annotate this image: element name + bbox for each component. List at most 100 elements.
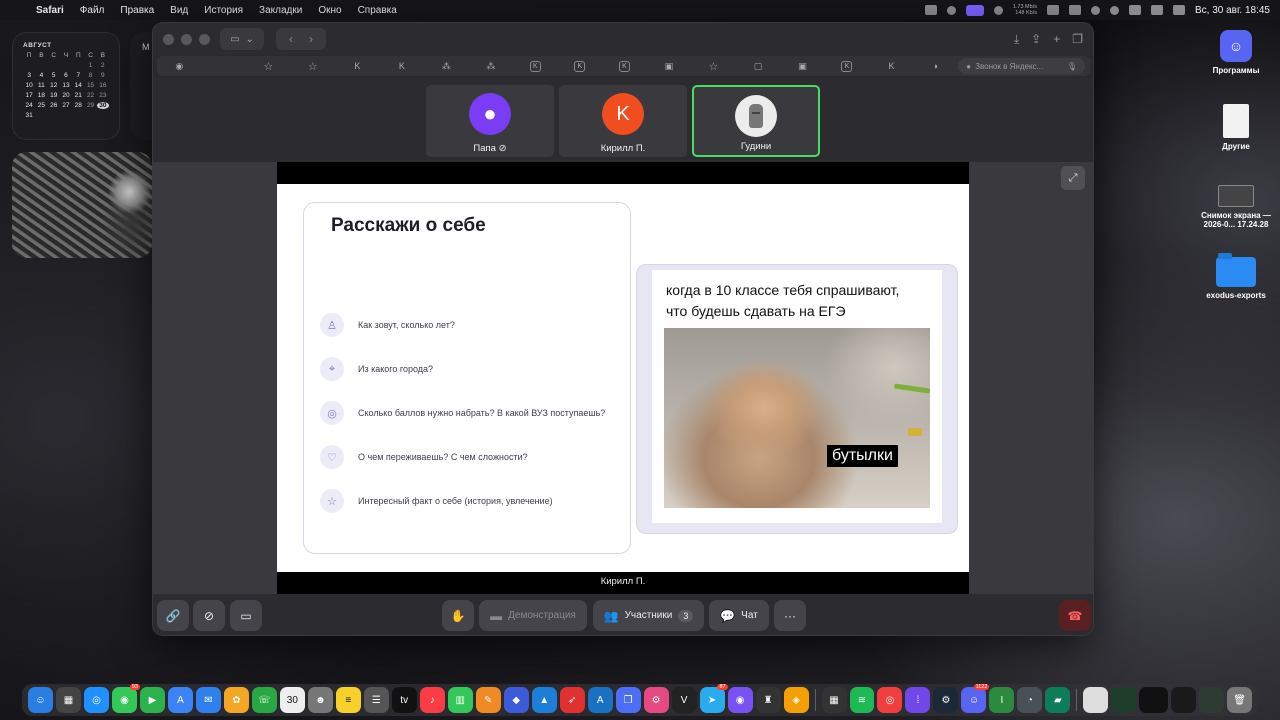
reminders-icon[interactable]: ☰: [363, 687, 389, 713]
minimize-window-button[interactable]: [181, 33, 192, 45]
favorite-k-bookmark[interactable]: K: [380, 61, 425, 71]
second-widget[interactable]: М: [130, 32, 152, 140]
window-thumb-icon[interactable]: [1199, 687, 1225, 713]
menu-window[interactable]: Окно: [310, 5, 349, 16]
more-options-button[interactable]: ···: [774, 600, 806, 631]
status-keyboard-icon[interactable]: [1128, 5, 1141, 15]
messages-icon[interactable]: ◉ 93: [111, 684, 140, 713]
desktop-icon-programs[interactable]: ☺ Программы: [1191, 30, 1280, 75]
participants-button[interactable]: 👥 Участники 3: [593, 600, 704, 631]
status-moon-icon[interactable]: [1109, 5, 1119, 15]
new-tab-icon[interactable]: +: [1053, 32, 1060, 47]
mail-icon[interactable]: ✉: [195, 687, 221, 713]
purple-app-icon[interactable]: ◉: [727, 687, 753, 713]
grid-app-icon[interactable]: ▦: [821, 687, 847, 713]
photo-widget[interactable]: [12, 152, 152, 258]
favorite-star-icon[interactable]: ☆: [291, 60, 336, 73]
status-camera-icon[interactable]: [946, 5, 956, 15]
favorite-people-icon[interactable]: ⁂: [424, 61, 469, 72]
favorite-gray-box-icon[interactable]: ▣: [780, 61, 825, 72]
menu-help[interactable]: Справка: [350, 5, 405, 16]
sidebar-toggle-button[interactable]: ▭ ⌄: [220, 28, 264, 50]
numbers-icon[interactable]: ▥: [447, 687, 473, 713]
fullscreen-button[interactable]: ⤢: [1061, 166, 1085, 190]
wifi-icon[interactable]: [1150, 5, 1163, 15]
incy-app-icon[interactable]: I: [989, 687, 1015, 713]
menu-history[interactable]: История: [196, 5, 251, 16]
xcode-icon[interactable]: ◆: [503, 687, 529, 713]
settings-icon[interactable]: ⚙: [643, 687, 669, 713]
waveform-app-icon[interactable]: ⁞: [905, 687, 931, 713]
window-thumb-icon[interactable]: [1171, 687, 1197, 713]
control-center-icon[interactable]: [1172, 5, 1185, 15]
document-thumb-icon[interactable]: [1083, 687, 1109, 713]
photos-icon[interactable]: ✿: [223, 687, 249, 713]
address-search-field[interactable]: ● Звонок в Яндекс... 🎙: [958, 58, 1086, 74]
menu-clock[interactable]: Вс, 30 авг. 18:45: [1195, 5, 1270, 16]
favorite-k-box[interactable]: K: [558, 60, 603, 72]
pages-icon[interactable]: ✎: [475, 687, 501, 713]
window-thumb-icon[interactable]: [1139, 687, 1169, 713]
forward-button[interactable]: ›: [302, 32, 320, 46]
participant-tile-active-speaker[interactable]: Гудини: [692, 85, 820, 157]
terminal-app-icon[interactable]: ▰: [1045, 687, 1071, 713]
status-rocket-icon[interactable]: [1068, 5, 1081, 15]
favorite-tag-icon[interactable]: ◗: [914, 61, 959, 71]
favorite-k-box[interactable]: K: [825, 60, 870, 72]
calendar-widget[interactable]: АВГУСТ П В С Ч П С В 1 2 3 4 5 6 7 8 9 10 11 12 13 14 15 16 17 1…: [12, 32, 120, 140]
yellow-app-icon[interactable]: ◈: [783, 687, 809, 713]
rocket-app-icon[interactable]: ➶: [559, 687, 585, 713]
preview-icon[interactable]: ❐: [615, 687, 641, 713]
favorite-star-icon[interactable]: ☆: [691, 60, 736, 73]
chat-button[interactable]: 💬 Чат: [709, 600, 769, 631]
menu-view[interactable]: Вид: [162, 5, 196, 16]
music-icon[interactable]: ♪: [419, 687, 445, 713]
participant-tile[interactable]: K Кирилл П.: [559, 85, 687, 157]
back-button[interactable]: ‹: [282, 32, 300, 46]
app-store-icon[interactable]: A: [167, 687, 193, 713]
participant-tile[interactable]: ● Папа ⊘: [426, 85, 554, 157]
favorite-k-box[interactable]: K: [513, 60, 558, 72]
status-app-icon[interactable]: [924, 5, 937, 15]
window-thumb-icon[interactable]: [1111, 687, 1137, 713]
status-play-icon[interactable]: [1090, 5, 1100, 15]
desktop-icon-exodus-exports[interactable]: exodus-exports: [1191, 253, 1280, 300]
launchpad-icon[interactable]: ▦: [55, 687, 81, 713]
finder-icon[interactable]: ☺: [28, 687, 53, 713]
downloads-icon[interactable]: ⤓: [1014, 32, 1019, 47]
microphone-toggle-button[interactable]: ⊘: [193, 600, 225, 631]
activity-monitor-icon[interactable]: ◔: [1017, 687, 1043, 713]
facetime-icon[interactable]: ▶: [139, 687, 165, 713]
trash-icon[interactable]: 🗑: [1227, 687, 1253, 713]
favorite-gray-box-icon[interactable]: ▣: [647, 61, 692, 72]
contacts-icon[interactable]: ☻: [307, 687, 333, 713]
end-call-button[interactable]: ☎: [1059, 600, 1091, 631]
calendar-icon[interactable]: 30: [279, 687, 305, 713]
menu-bookmarks[interactable]: Закладки: [251, 5, 310, 16]
discord-dock-icon[interactable]: ☺ 1122: [961, 684, 990, 713]
favorite-k-box[interactable]: K: [602, 60, 647, 72]
notes-icon[interactable]: ≡: [335, 687, 361, 713]
telegram-icon[interactable]: ➤ 87: [699, 684, 728, 713]
phone-icon[interactable]: ☏: [251, 687, 277, 713]
app-store-2-icon[interactable]: A: [587, 687, 613, 713]
close-window-button[interactable]: [163, 33, 174, 45]
status-dot-icon[interactable]: [993, 5, 1003, 15]
desktop-icon-other[interactable]: Другие: [1191, 104, 1280, 151]
favorite-k-bookmark[interactable]: K: [335, 61, 380, 71]
menu-edit[interactable]: Правка: [112, 5, 162, 16]
spotify-icon[interactable]: ≋: [849, 687, 875, 713]
camera-toggle-button[interactable]: ▭: [230, 600, 262, 631]
favorite-yandex-icon[interactable]: ◉: [157, 61, 202, 72]
favorite-window-icon[interactable]: ▢: [736, 61, 781, 72]
desktop-icon-screenshot[interactable]: Снимок экрана — 2026-0... 17.24.28: [1191, 185, 1280, 229]
vim-icon[interactable]: V: [671, 687, 697, 713]
status-pin-icon[interactable]: [1046, 5, 1059, 15]
share-icon[interactable]: ⇪: [1031, 32, 1041, 47]
safari-icon[interactable]: ◎: [83, 687, 109, 713]
menu-file[interactable]: Файл: [72, 5, 113, 16]
keynote-icon[interactable]: ▲: [531, 687, 557, 713]
menu-app-safari[interactable]: Safari: [28, 5, 72, 16]
raise-hand-button[interactable]: ✋: [442, 600, 474, 631]
tab-overview-icon[interactable]: ❐: [1072, 32, 1083, 47]
